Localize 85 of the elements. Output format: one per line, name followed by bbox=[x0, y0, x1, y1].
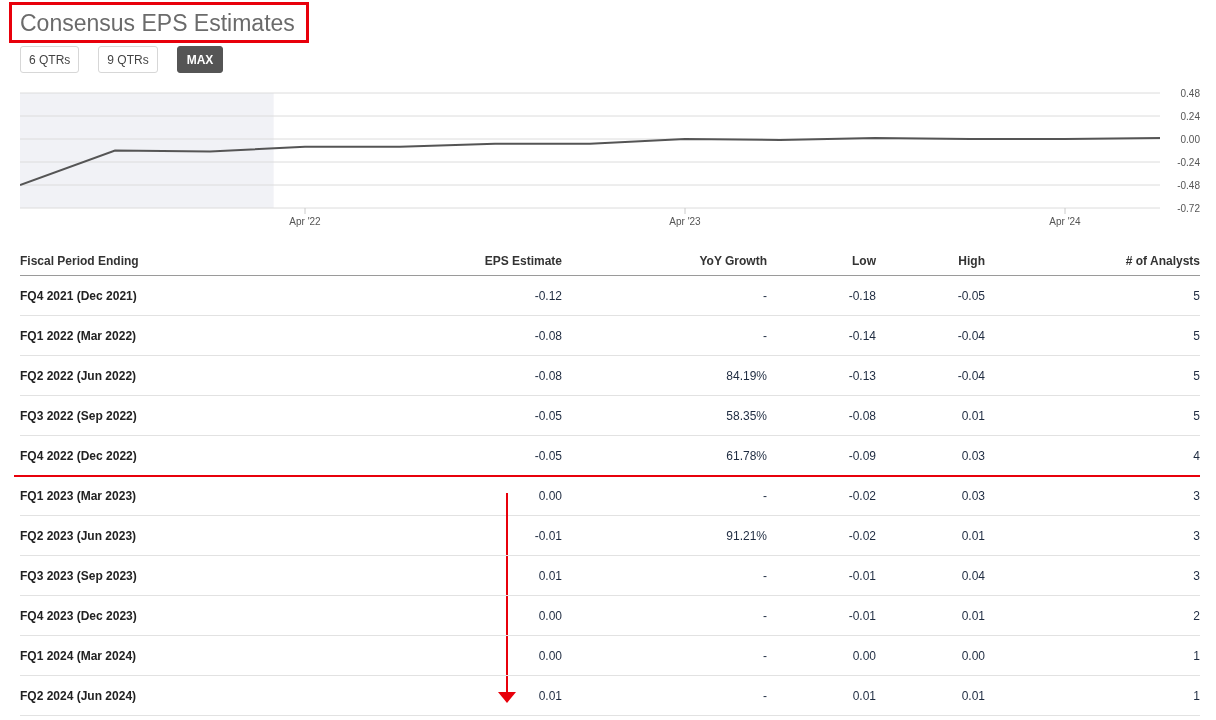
table-cell-text: 5 bbox=[1192, 288, 1200, 303]
y-tick-label: -0.48 bbox=[1177, 180, 1200, 191]
table-cell-text: 0.01 bbox=[960, 408, 985, 423]
table-cell-text: - bbox=[762, 648, 767, 663]
period-cell-text: FQ4 2023 (Dec 2023) bbox=[20, 608, 138, 623]
y-tick-label: 0.48 bbox=[1180, 88, 1200, 99]
y-tick-label: -0.72 bbox=[1177, 203, 1200, 214]
table-cell-text: 5 bbox=[1192, 328, 1200, 343]
period-cell-text: FQ1 2022 (Mar 2022) bbox=[20, 328, 138, 343]
period-cell-text: FQ4 2022 (Dec 2022) bbox=[20, 448, 138, 463]
table-cell-text: -0.05 bbox=[956, 288, 985, 303]
table-cell-text: 91.21% bbox=[725, 528, 767, 543]
table-cell-text: 3 bbox=[1192, 528, 1200, 543]
table-cell-text: 4 bbox=[1192, 448, 1200, 463]
period-cell-text: FQ1 2024 (Mar 2024) bbox=[20, 648, 138, 663]
table-cell-text: -0.08 bbox=[533, 368, 562, 383]
column-header: High bbox=[957, 254, 985, 268]
table-cell-text: - bbox=[762, 688, 767, 703]
table-cell-text: 0.00 bbox=[537, 608, 562, 623]
range-button[interactable]: MAX bbox=[176, 46, 224, 73]
x-tick-label: Apr '23 bbox=[669, 216, 701, 227]
table-cell-text: -0.01 bbox=[533, 528, 562, 543]
table-cell-text: -0.04 bbox=[956, 368, 985, 383]
table-cell-text: 0.00 bbox=[960, 648, 985, 663]
table-cell-text: -0.04 bbox=[956, 328, 985, 343]
table-cell-text: -0.01 bbox=[847, 608, 876, 623]
range-button[interactable]: 6 QTRs bbox=[20, 46, 80, 73]
table-cell-text: 0.03 bbox=[960, 488, 985, 503]
table-cell-text: 0.00 bbox=[537, 648, 562, 663]
table-cell-text: 58.35% bbox=[725, 408, 767, 423]
x-tick-label: Apr '24 bbox=[1049, 216, 1081, 227]
column-header: Low bbox=[851, 254, 876, 268]
period-cell-text: FQ3 2022 (Sep 2022) bbox=[20, 408, 138, 423]
y-tick-label: 0.24 bbox=[1180, 111, 1200, 122]
table-cell-text: 0.00 bbox=[851, 648, 876, 663]
table-cell-text: -0.02 bbox=[847, 488, 876, 503]
table-cell-text: 0.01 bbox=[960, 608, 985, 623]
table-cell-text: 0.03 bbox=[960, 448, 985, 463]
table-cell-text: -0.05 bbox=[533, 448, 562, 463]
table-cell-text: -0.05 bbox=[533, 408, 562, 423]
table-cell-text: 84.19% bbox=[725, 368, 767, 383]
table-cell-text: 0.01 bbox=[537, 688, 562, 703]
table-cell-text: 5 bbox=[1192, 368, 1200, 383]
table-cell-text: 5 bbox=[1192, 408, 1200, 423]
period-cell-text: FQ2 2024 (Jun 2024) bbox=[20, 688, 138, 703]
period-cell-text: FQ2 2023 (Jun 2023) bbox=[20, 528, 138, 543]
table-cell-text: - bbox=[762, 328, 767, 343]
y-tick-label: 0.00 bbox=[1180, 134, 1200, 145]
x-tick-label: Apr '22 bbox=[289, 216, 321, 227]
table-cell-text: -0.14 bbox=[847, 328, 876, 343]
table-cell-text: 0.01 bbox=[537, 568, 562, 583]
table-cell-text: -0.08 bbox=[847, 408, 876, 423]
table-cell-text: - bbox=[762, 488, 767, 503]
period-cell-text: FQ1 2023 (Mar 2023) bbox=[20, 488, 138, 503]
table-cell-text: 1 bbox=[1192, 688, 1200, 703]
table-cell-text: 0.01 bbox=[960, 528, 985, 543]
table-cell-text: -0.02 bbox=[847, 528, 876, 543]
table-cell-text: - bbox=[762, 568, 767, 583]
table-cell-text: - bbox=[762, 608, 767, 623]
table-cell-text: 3 bbox=[1192, 568, 1200, 583]
y-tick-label: -0.24 bbox=[1177, 157, 1200, 168]
column-header: # of Analysts bbox=[1124, 254, 1200, 268]
column-header: YoY Growth bbox=[698, 254, 767, 268]
table-cell-text: 0.01 bbox=[960, 688, 985, 703]
period-cell-text: FQ2 2022 (Jun 2022) bbox=[20, 368, 138, 383]
table-cell-text: 3 bbox=[1192, 488, 1200, 503]
table-cell-text: -0.09 bbox=[847, 448, 876, 463]
table-cell-text: 1 bbox=[1192, 648, 1200, 663]
table-cell-text: -0.12 bbox=[533, 288, 562, 303]
table-cell-text: 61.78% bbox=[725, 448, 767, 463]
period-cell-text: FQ3 2023 (Sep 2023) bbox=[20, 568, 138, 583]
table-cell-text: 0.00 bbox=[537, 488, 562, 503]
page-title: Consensus EPS Estimates bbox=[20, 9, 296, 38]
column-header: EPS Estimate bbox=[483, 254, 562, 268]
column-header: Fiscal Period Ending bbox=[20, 254, 140, 268]
table-cell-text: 0.04 bbox=[960, 568, 985, 583]
table-cell-text: -0.18 bbox=[847, 288, 876, 303]
table-cell-text: 0.01 bbox=[851, 688, 876, 703]
period-cell-text: FQ4 2021 (Dec 2021) bbox=[20, 288, 138, 303]
range-button[interactable]: 9 QTRs bbox=[98, 46, 158, 73]
table-cell-text: - bbox=[762, 288, 767, 303]
table-cell-text: 2 bbox=[1192, 608, 1200, 623]
table-cell-text: -0.01 bbox=[847, 568, 876, 583]
table-cell-text: -0.13 bbox=[847, 368, 876, 383]
table-cell-text: -0.08 bbox=[533, 328, 562, 343]
